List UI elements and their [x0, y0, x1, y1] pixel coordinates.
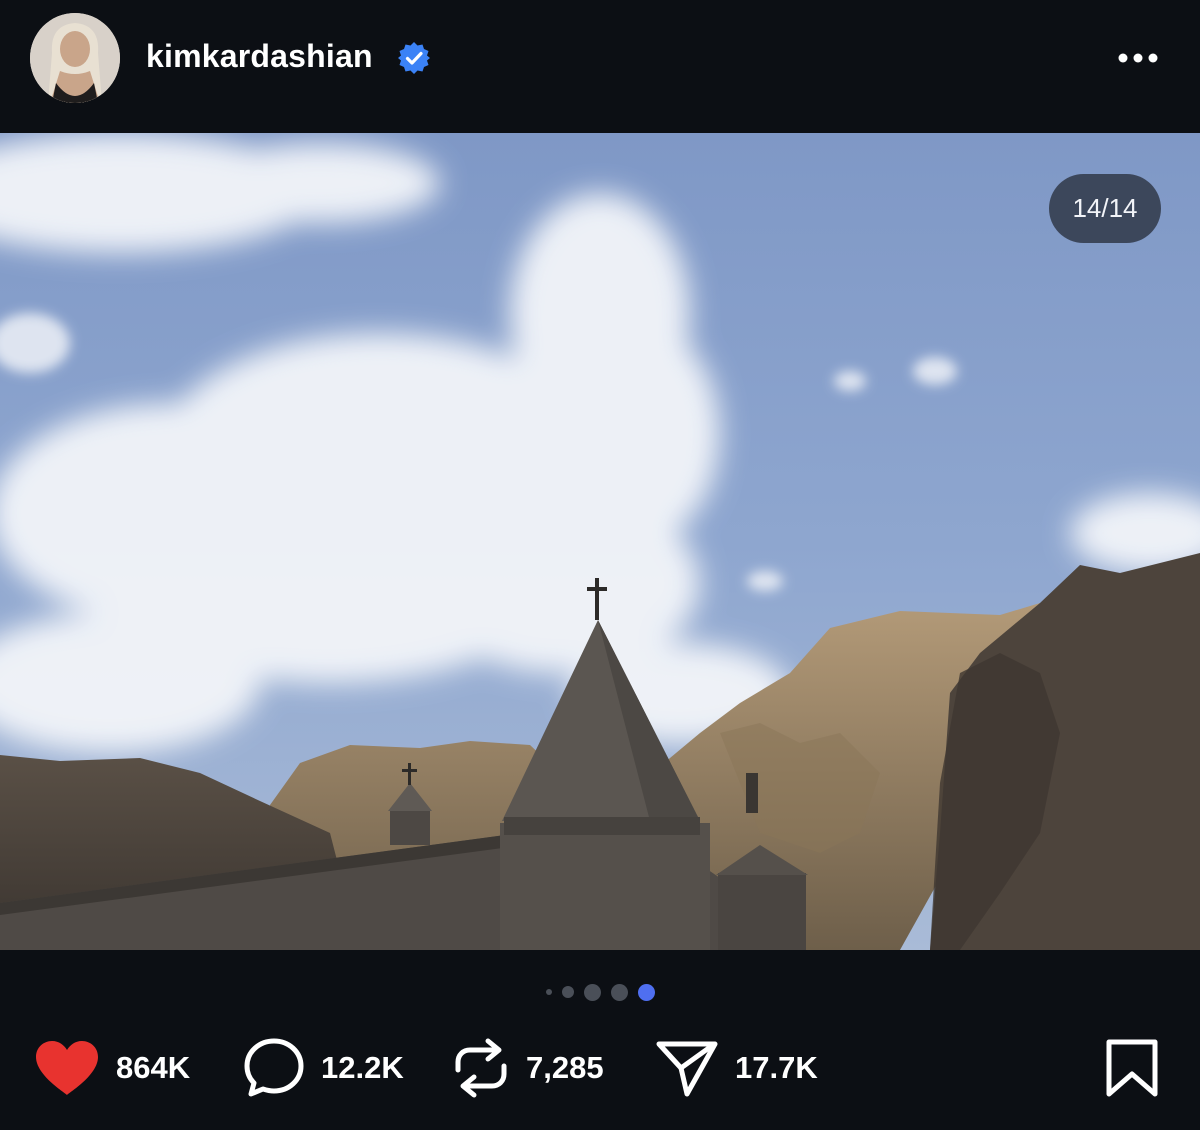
monastery-landscape-photo: [0, 133, 1200, 950]
username[interactable]: kimkardashian: [146, 38, 373, 75]
post-actions: 864K 12.2K 7,285 17.7K: [0, 1030, 1200, 1106]
carousel-dot[interactable]: [583, 983, 601, 1001]
carousel-dot[interactable]: [561, 986, 574, 998]
carousel-dot[interactable]: [545, 989, 552, 995]
more-options-button[interactable]: [1108, 36, 1168, 80]
bookmark-icon[interactable]: [1104, 1038, 1160, 1098]
more-horizontal-icon: [1118, 53, 1158, 63]
image-counter: 14/14: [1049, 174, 1161, 243]
like-count: 864K: [116, 1050, 191, 1085]
repost-icon: [455, 1038, 507, 1098]
repost-count: 7,285: [526, 1050, 604, 1085]
avatar-image: [30, 13, 120, 103]
comment-icon: [244, 1038, 304, 1097]
comment-button[interactable]: 12.2K: [243, 1030, 404, 1106]
carousel-dot[interactable]: [610, 983, 628, 1001]
carousel-indicator: [500, 978, 700, 1006]
share-button[interactable]: 17.7K: [655, 1030, 818, 1106]
carousel-dot-active[interactable]: [637, 983, 655, 1001]
post-header: kimkardashian: [0, 0, 1200, 133]
verified-badge-icon: [398, 42, 430, 74]
repost-button[interactable]: 7,285: [452, 1030, 604, 1106]
like-button[interactable]: 864K: [34, 1030, 190, 1106]
post-image[interactable]: [0, 133, 1200, 950]
heart-icon: [36, 1041, 98, 1095]
send-icon: [656, 1041, 718, 1097]
avatar[interactable]: [30, 13, 120, 103]
share-count: 17.7K: [735, 1050, 818, 1085]
comment-count: 12.2K: [321, 1050, 404, 1085]
